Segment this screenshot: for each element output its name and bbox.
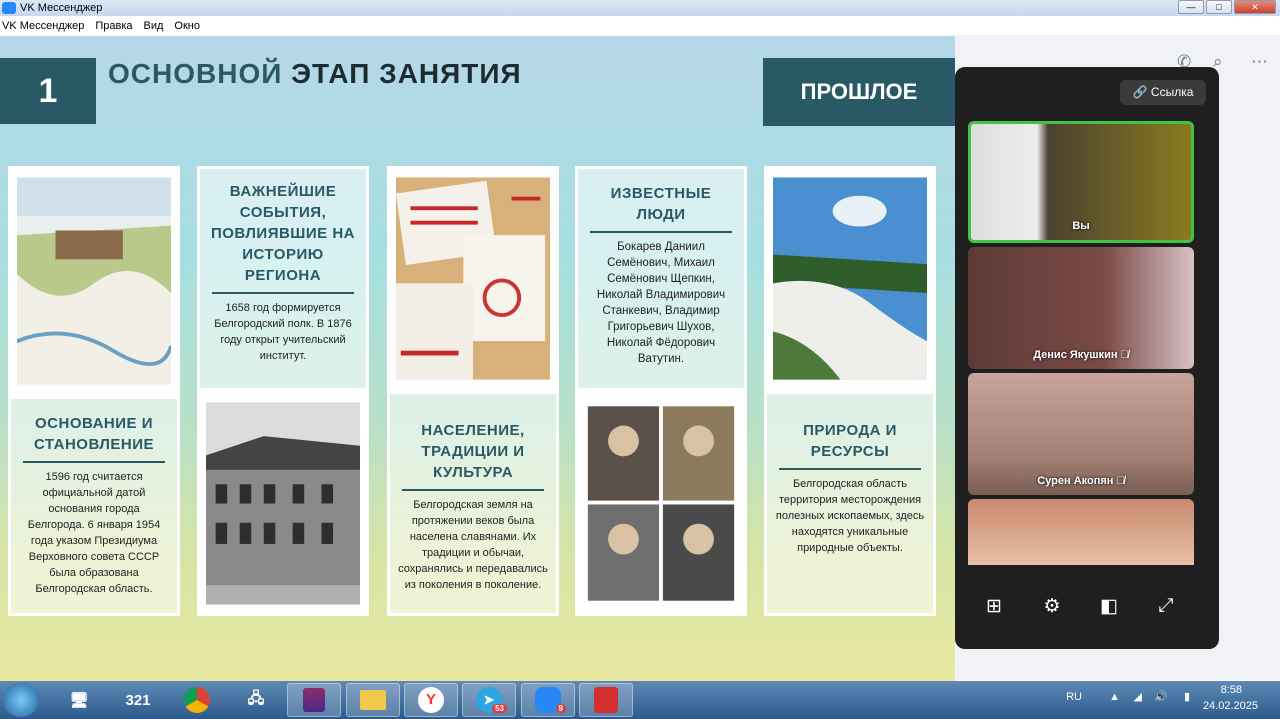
telegram-icon[interactable]: ➤ 53 bbox=[462, 683, 516, 717]
embroidery-photo-card bbox=[387, 166, 559, 391]
fullscreen-icon[interactable]: ⤢ bbox=[1152, 595, 1180, 617]
divider bbox=[779, 468, 921, 470]
slide-title-part1: ОСНОВНОЙ bbox=[108, 58, 283, 89]
participant-name: Денис Якушкин 🎙̸ bbox=[1033, 349, 1129, 361]
more-icon[interactable]: ⋯ bbox=[1251, 52, 1268, 72]
participant-tile[interactable]: Сурен Акопян 🎙̸ bbox=[968, 373, 1194, 495]
monitor-icon[interactable]: 🖥 bbox=[52, 683, 106, 717]
copy-link-label: Ссылка bbox=[1150, 85, 1194, 99]
pdf-icon[interactable] bbox=[579, 683, 633, 717]
divider bbox=[212, 292, 354, 294]
foundation-text: 1596 год считается официальной датой осн… bbox=[27, 471, 161, 595]
vk-badge: 9 bbox=[555, 704, 566, 713]
layout-icon[interactable]: ◧ bbox=[1095, 595, 1123, 618]
chalk-hills-photo-card bbox=[764, 166, 936, 391]
media-player-icon[interactable]: 321 bbox=[111, 683, 165, 717]
chalk-hills-photo-image bbox=[773, 177, 927, 380]
telegram-badge: 53 bbox=[492, 704, 507, 713]
call-panel: 🔗 Ссылка Вы Денис Якушкин 🎙̸ Сурен Акопя… bbox=[955, 67, 1219, 649]
clock-time[interactable]: 8:58 bbox=[1221, 684, 1242, 696]
clock-date[interactable]: 24.02.2025 bbox=[1203, 700, 1258, 712]
language-indicator[interactable]: RU bbox=[1066, 691, 1082, 703]
chrome-icon[interactable] bbox=[170, 683, 224, 717]
yandex-icon[interactable]: Y bbox=[404, 683, 458, 717]
events-heading: ВАЖНЕЙШИЕ СОБЫТИЯ, ПОВЛИЯВШИЕ НА ИСТОРИЮ… bbox=[210, 183, 356, 284]
close-button[interactable]: ✕ bbox=[1234, 0, 1276, 14]
divider bbox=[590, 231, 732, 233]
slide-title-part2: ЭТАП ЗАНЯТИЯ bbox=[291, 58, 522, 89]
menu-bar: VK Мессенджер Правка Вид Окно bbox=[0, 16, 1280, 35]
taskbar: 🖥 321 🖧 Y ➤ 53 9 RU ▲ ◢ 🔊 ▮ 8:58 24.02.2… bbox=[0, 681, 1280, 719]
people-text: Бокарев Даниил Семёнович, Михаил Семёнов… bbox=[596, 241, 726, 365]
participant-name: Сурен Акопян 🎙̸ bbox=[1037, 475, 1125, 487]
window-titlebar: VK Мессенджер — □ ✕ bbox=[0, 0, 1280, 16]
slide-number: 1 bbox=[0, 58, 96, 124]
battery-icon[interactable]: ▮ bbox=[1184, 690, 1190, 703]
network-icon[interactable]: 🖧 bbox=[229, 683, 283, 717]
slide-title: ОСНОВНОЙ ЭТАП ЗАНЯТИЯ bbox=[108, 58, 522, 90]
mic-muted-icon: 🎙̸ bbox=[1120, 349, 1129, 361]
people-card: ИЗВЕСТНЫЕ ЛЮДИ Бокарев Даниил Семёнович,… bbox=[575, 166, 747, 391]
institute-photo-card bbox=[197, 391, 369, 616]
window-title: VK Мессенджер bbox=[20, 2, 103, 14]
menu-item-window[interactable]: Окно bbox=[174, 20, 200, 32]
portraits-card bbox=[575, 391, 747, 616]
participant-tile[interactable]: Денис Якушкин 🎙̸ bbox=[968, 247, 1194, 369]
participant-name: Вы bbox=[1072, 220, 1090, 232]
participant-tile[interactable] bbox=[968, 499, 1194, 565]
population-heading: НАСЕЛЕНИЕ, ТРАДИЦИИ И КУЛЬТУРА bbox=[421, 422, 525, 481]
participant-tile-self[interactable]: Вы bbox=[968, 121, 1194, 243]
embroidery-photo-image bbox=[395, 177, 550, 380]
window-controls: — □ ✕ bbox=[1178, 0, 1276, 14]
shared-slide: 1 ОСНОВНОЙ ЭТАП ЗАНЯТИЯ ПРОШЛОЕ ОСНОВАНИ… bbox=[0, 36, 955, 681]
vk-messenger-icon[interactable]: 9 bbox=[521, 683, 575, 717]
population-card: НАСЕЛЕНИЕ, ТРАДИЦИИ И КУЛЬТУРА Белгородс… bbox=[387, 391, 559, 616]
institute-photo-image bbox=[206, 402, 360, 605]
vk-logo-icon bbox=[2, 2, 16, 14]
events-text: 1658 год формируется Белгородский полк. … bbox=[214, 302, 352, 362]
nature-text: Белгородская область территория месторож… bbox=[775, 478, 925, 554]
people-heading: ИЗВЕСТНЫЕ ЛЮДИ bbox=[610, 185, 712, 223]
past-label: ПРОШЛОЕ bbox=[763, 58, 955, 126]
link-icon: 🔗 bbox=[1132, 85, 1148, 99]
portraits-image bbox=[584, 402, 738, 605]
foundation-heading: ОСНОВАНИЕ И СТАНОВЛЕНИЕ bbox=[33, 415, 155, 453]
nature-heading: ПРИРОДА И РЕСУРСЫ bbox=[803, 422, 897, 460]
signal-icon[interactable]: ◢ bbox=[1134, 690, 1142, 703]
copy-link-button[interactable]: 🔗 Ссылка bbox=[1120, 80, 1206, 105]
fortress-painting-card bbox=[8, 166, 180, 396]
menu-item-view[interactable]: Вид bbox=[144, 20, 164, 32]
archive-icon[interactable] bbox=[287, 683, 341, 717]
folder-icon[interactable] bbox=[346, 683, 400, 717]
menu-item-app[interactable]: VK Мессенджер bbox=[2, 20, 84, 32]
fortress-painting-image bbox=[16, 177, 173, 385]
events-card: ВАЖНЕЙШИЕ СОБЫТИЯ, ПОВЛИЯВШИЕ НА ИСТОРИЮ… bbox=[197, 166, 369, 391]
divider bbox=[23, 461, 165, 463]
divider bbox=[402, 489, 544, 491]
volume-icon[interactable]: 🔊 bbox=[1154, 690, 1168, 703]
settings-icon[interactable]: ⚙ bbox=[1038, 595, 1066, 618]
media-player-label: 321 bbox=[125, 691, 151, 709]
nature-card: ПРИРОДА И РЕСУРСЫ Белгородская область т… bbox=[764, 391, 936, 616]
menu-item-edit[interactable]: Правка bbox=[95, 20, 132, 32]
start-button[interactable] bbox=[3, 683, 39, 717]
maximize-button[interactable]: □ bbox=[1206, 0, 1232, 14]
mic-muted-icon: 🎙̸ bbox=[1116, 475, 1125, 487]
population-text: Белгородская земля на протяжении веков б… bbox=[398, 499, 548, 591]
network-tray-icon[interactable]: ▲ bbox=[1109, 691, 1120, 703]
foundation-card: ОСНОВАНИЕ И СТАНОВЛЕНИЕ 1596 год считает… bbox=[8, 396, 180, 616]
minimize-button[interactable]: — bbox=[1178, 0, 1204, 14]
grid-icon[interactable]: ⊞ bbox=[980, 595, 1008, 618]
